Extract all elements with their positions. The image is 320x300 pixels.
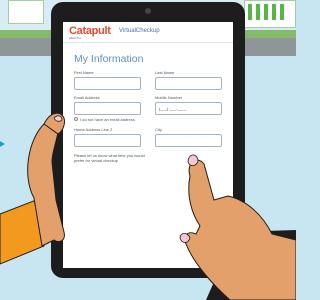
right-fingernail [187,154,199,166]
right-hand [184,159,296,300]
hands-illustration [0,112,296,300]
right-fingernail [179,233,191,243]
illustration-scene: Catapult HEALTH VirtualCheckup My Inform… [0,0,296,300]
